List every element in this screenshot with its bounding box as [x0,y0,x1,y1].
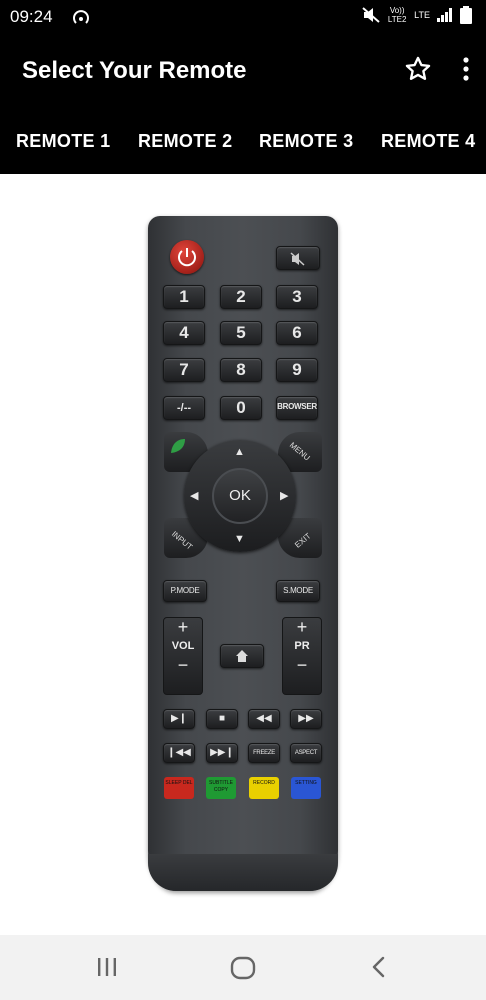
fast-forward-icon: ▶▶ [298,713,314,724]
number-0-button[interactable]: 0 [220,396,262,420]
status-bar: 09:24 Vo)) LTE2 LTE [0,0,486,34]
recent-apps-icon[interactable] [95,955,119,979]
volume-up-label: + [177,617,189,637]
back-icon[interactable] [368,955,388,979]
channel-down-label: − [296,655,308,675]
volume-label: VOL [171,640,195,652]
mute-icon [362,7,380,23]
stop-icon: ■ [218,713,226,724]
rewind-icon: ◀◀ [256,713,272,724]
lte-label: LTE [414,10,430,20]
green-button[interactable]: SUBTITLE COPY [206,777,236,799]
channel-rocker[interactable]: + PR − [282,617,322,695]
yellow-button[interactable]: RECORD [249,777,279,799]
remote-tabs: REMOTE 1 REMOTE 2 REMOTE 3 REMOTE 4 [0,110,486,174]
tab-remote-3[interactable]: REMOTE 3 [259,131,353,152]
fast-forward-button[interactable]: ▶▶ [290,709,322,729]
up-arrow-button[interactable]: ▲ [234,446,245,458]
channel-up-label: + [296,617,308,637]
menu-label: MENU [287,440,312,463]
volte-label: Vo)) LTE2 [387,6,407,24]
system-nav-bar [0,935,486,1000]
next-button[interactable]: ▶▶❙ [206,743,238,763]
hotspot-icon [73,10,89,24]
number-3-button[interactable]: 3 [276,285,318,309]
page-title: Select Your Remote [22,57,247,84]
play-pause-button[interactable]: ▶❙ [163,709,195,729]
number-7-button[interactable]: 7 [163,358,205,382]
star-icon[interactable] [404,55,432,83]
dash-button[interactable]: -/-- [163,396,205,420]
picture-mode-button[interactable]: P.MODE [163,580,207,602]
number-1-button[interactable]: 1 [163,285,205,309]
leaf-icon [171,439,185,453]
browser-button[interactable]: BROWSER [276,396,318,420]
mute-icon [290,252,305,266]
skip-forward-icon: ▶▶❙ [210,747,234,758]
number-5-button[interactable]: 5 [220,321,262,345]
remote-image: 1 2 3 4 5 6 7 8 9 -/-- 0 BROWSER MENU IN… [148,216,338,891]
aspect-button[interactable]: ASPECT [290,743,322,763]
dpad: ▲ ▼ ◀ ▶ OK [184,440,296,552]
exit-label: EXIT [293,531,313,550]
input-label: INPUT [169,529,195,552]
status-icons: Vo)) LTE2 LTE [362,6,472,24]
tab-remote-4[interactable]: REMOTE 4 [381,131,475,152]
left-arrow-button[interactable]: ◀ [190,489,198,502]
number-8-button[interactable]: 8 [220,358,262,382]
previous-button[interactable]: ❙◀◀ [163,743,195,763]
sound-mode-button[interactable]: S.MODE [276,580,320,602]
channel-label: PR [294,640,310,652]
red-button[interactable]: SLEEP DEL [164,777,194,799]
power-button[interactable] [170,240,204,274]
more-options-icon[interactable] [462,56,470,82]
status-time: 09:24 [10,7,53,26]
right-arrow-button[interactable]: ▶ [280,489,288,502]
home-button[interactable] [220,644,264,668]
volume-down-label: − [177,655,189,675]
rewind-button[interactable]: ◀◀ [248,709,280,729]
freeze-button[interactable]: FREEZE [248,743,280,763]
tab-remote-2[interactable]: REMOTE 2 [138,131,232,152]
home-icon [236,650,248,662]
number-4-button[interactable]: 4 [163,321,205,345]
battery-icon [460,6,472,24]
number-9-button[interactable]: 9 [276,358,318,382]
volume-rocker[interactable]: + VOL − [163,617,203,695]
number-6-button[interactable]: 6 [276,321,318,345]
app-bar: Select Your Remote [0,34,486,110]
signal-icon [437,8,452,22]
power-icon [178,248,196,267]
stop-button[interactable]: ■ [206,709,238,729]
number-2-button[interactable]: 2 [220,285,262,309]
ok-button[interactable]: OK [212,468,268,524]
tab-remote-1[interactable]: REMOTE 1 [16,131,110,152]
mute-button[interactable] [276,246,320,270]
skip-back-icon: ❙◀◀ [167,747,191,758]
blue-button[interactable]: SETTING [291,777,321,799]
home-nav-icon[interactable] [230,955,256,981]
down-arrow-button[interactable]: ▼ [234,533,245,545]
remote-base [148,854,338,891]
play-pause-icon: ▶❙ [170,713,188,724]
